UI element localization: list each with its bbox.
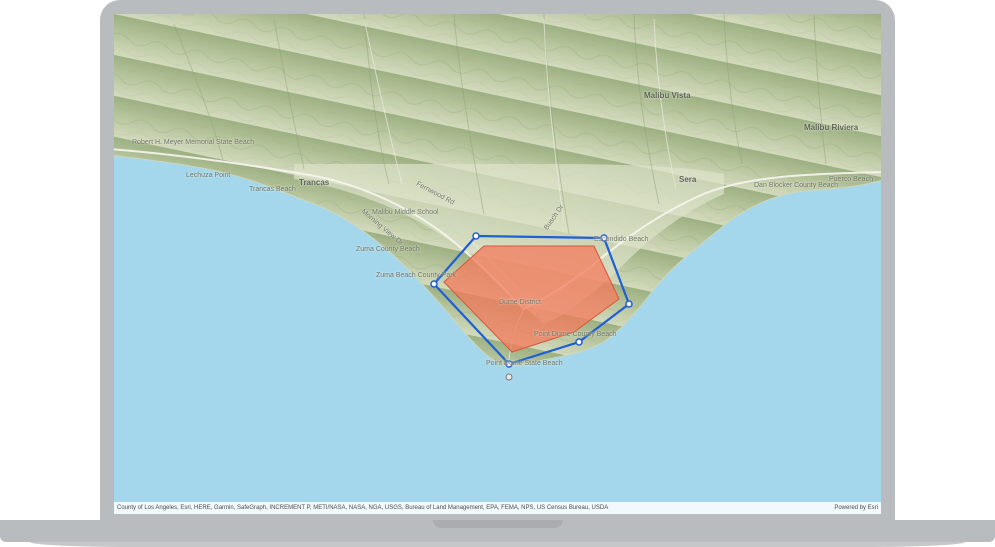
laptop-screen: Robert H. Meyer Memorial State Beach Lec…: [114, 14, 881, 514]
laptop-notch: [433, 520, 563, 528]
attribution-left: County of Los Angeles, Esri, HERE, Garmi…: [117, 505, 608, 511]
fence-vertex[interactable]: [431, 281, 437, 287]
fence-vertex[interactable]: [473, 233, 479, 239]
fence-midpoint[interactable]: [506, 374, 512, 380]
fence-vertex[interactable]: [626, 301, 632, 307]
fence-vertex[interactable]: [576, 339, 582, 345]
attribution-right[interactable]: Powered by Esri: [834, 505, 878, 511]
map-attribution-bar: County of Los Angeles, Esri, HERE, Garmi…: [114, 502, 881, 514]
fence-vertex[interactable]: [601, 235, 607, 241]
laptop-shadow: [30, 542, 965, 547]
fence-vertex[interactable]: [506, 361, 512, 367]
map-canvas[interactable]: Robert H. Meyer Memorial State Beach Lec…: [114, 14, 881, 514]
map-svg-layer: [114, 14, 881, 514]
